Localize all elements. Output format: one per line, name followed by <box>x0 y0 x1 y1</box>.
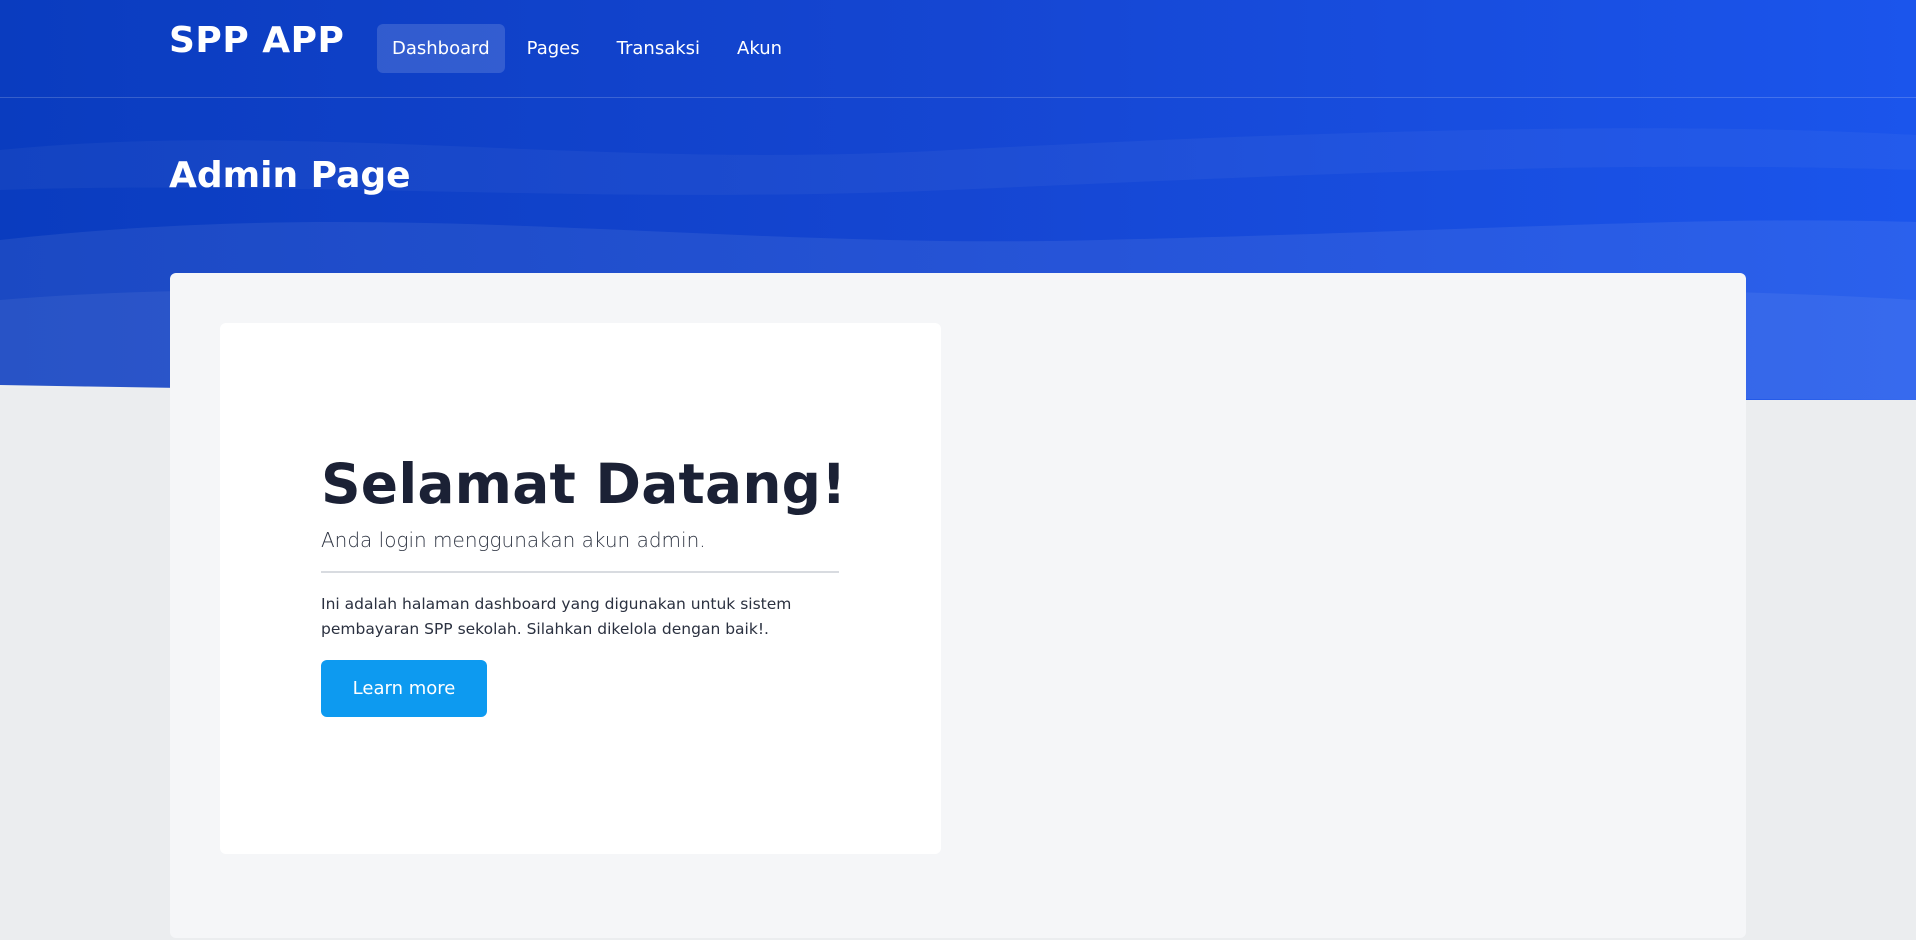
navbar: SPP APP Dashboard Pages Transaksi Akun <box>0 0 1916 98</box>
nav-item-dashboard[interactable]: Dashboard <box>377 24 505 73</box>
welcome-lead: Anda login menggunakan akun admin. <box>321 528 706 552</box>
divider <box>321 571 839 573</box>
nav-item-akun[interactable]: Akun <box>722 24 797 73</box>
nav-item-transaksi[interactable]: Transaksi <box>602 24 715 73</box>
nav-menu: Dashboard Pages Transaksi Akun <box>377 24 804 73</box>
content-panel: Selamat Datang! Anda login menggunakan a… <box>170 273 1746 938</box>
nav-item-pages[interactable]: Pages <box>512 24 595 73</box>
welcome-card: Selamat Datang! Anda login menggunakan a… <box>220 323 941 854</box>
page-title: Admin Page <box>169 155 411 196</box>
welcome-body-text: Ini adalah halaman dashboard yang diguna… <box>321 595 792 638</box>
welcome-card-content: Selamat Datang! Anda login menggunakan a… <box>321 451 847 717</box>
brand-logo[interactable]: SPP APP <box>169 20 344 61</box>
welcome-heading: Selamat Datang! <box>321 452 847 516</box>
learn-more-button[interactable]: Learn more <box>321 660 487 717</box>
